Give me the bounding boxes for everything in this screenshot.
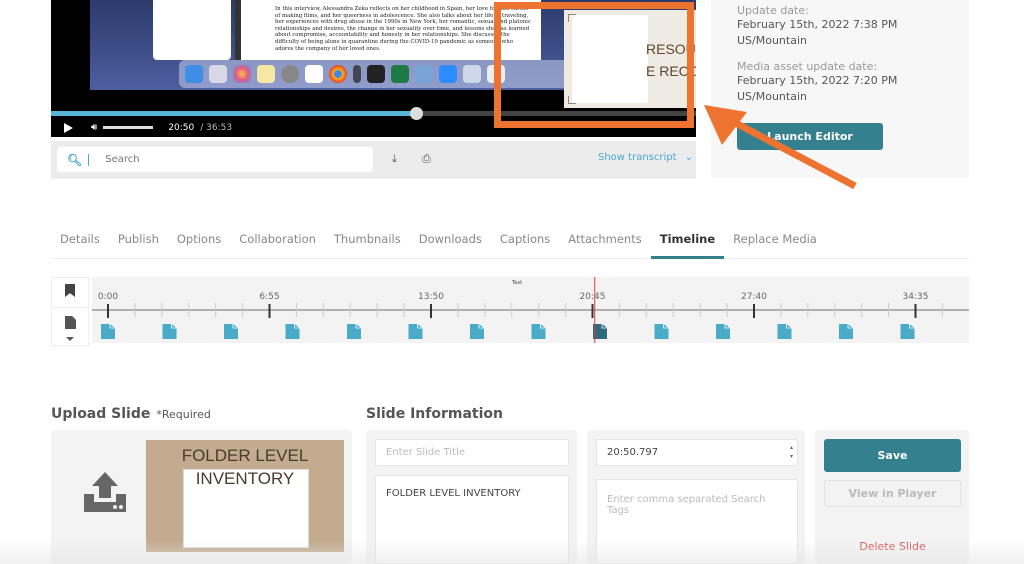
seek-bar-progress — [51, 111, 417, 116]
slide-thumbnail-title-line1: FOLDER LEVEL — [181, 446, 309, 465]
delete-slide-button[interactable]: Delete Slide — [824, 540, 961, 553]
show-transcript-toggle[interactable]: Show transcript ⌄ — [598, 152, 693, 163]
search-tags-textarea[interactable] — [596, 479, 798, 564]
media-update-date-label: Media asset update date: — [737, 60, 878, 73]
update-date-timezone: US/Mountain — [737, 34, 807, 47]
slide-marker[interactable] — [777, 324, 792, 339]
tab-options[interactable]: Options — [168, 226, 230, 259]
slide-description-textarea[interactable] — [375, 475, 569, 564]
required-label: *Required — [156, 408, 211, 421]
timeline-tick-label: 6:55 — [259, 292, 279, 302]
timeline-track-label: Text — [511, 280, 522, 286]
upload-slide-heading: Upload Slide *Required — [51, 406, 211, 422]
arrow-shaft — [728, 116, 857, 190]
annotation-highlight-box — [494, 2, 694, 128]
excel-icon — [391, 65, 409, 83]
settings-icon — [281, 65, 299, 83]
divider — [52, 307, 88, 308]
slide-marker[interactable] — [162, 324, 177, 339]
slide-marker[interactable] — [347, 324, 361, 339]
slide-time-input[interactable] — [596, 439, 798, 466]
timeline-tick-label: 0:00 — [98, 292, 118, 302]
slide-marker[interactable] — [101, 324, 115, 339]
slide-actions-panel: Save View in Player Delete Slide — [815, 430, 969, 564]
upload-slide-title: Upload Slide — [51, 406, 151, 422]
search-input[interactable] — [105, 154, 356, 165]
volume-icon[interactable]: 🔊︎ — [91, 122, 97, 133]
preview-icon — [463, 65, 481, 83]
tab-collaboration[interactable]: Collaboration — [230, 226, 325, 259]
slide-thumbnail[interactable]: FOLDER LEVEL INVENTORY — [146, 440, 344, 552]
save-button[interactable]: Save — [824, 439, 961, 472]
slide-marker[interactable] — [408, 324, 423, 339]
search-icon: 🔍︎ — [67, 152, 83, 167]
timeline-track-selector — [51, 277, 89, 346]
tab-downloads[interactable]: Downloads — [410, 226, 491, 259]
current-time: 20:50 — [168, 122, 195, 133]
timeline-tick-label: 13:50 — [418, 292, 444, 302]
terminal-icon — [367, 65, 385, 83]
slack-icon — [305, 65, 323, 83]
bookmark-icon[interactable] — [65, 284, 75, 297]
tab-captions[interactable]: Captions — [491, 226, 559, 259]
annotation-arrow — [704, 105, 857, 190]
download-icon[interactable]: ⤓ — [392, 152, 397, 166]
slide-title-input[interactable] — [375, 439, 569, 466]
slide-info-right: ▴▾ — [587, 430, 805, 564]
tab-replace-media[interactable]: Replace Media — [724, 226, 826, 259]
tab-thumbnails[interactable]: Thumbnails — [325, 226, 410, 259]
timeline-tick-label: 20:45 — [580, 292, 606, 302]
timeline-tick-label: 34:35 — [903, 292, 929, 302]
slide-marker[interactable] — [900, 324, 915, 339]
media-update-date-text: February 15th, 2022 7:20 PM — [737, 74, 898, 87]
slide-information-heading: Slide Information — [366, 406, 503, 422]
notes-icon — [257, 65, 275, 83]
print-icon[interactable]: ⎙ — [422, 152, 431, 166]
transcript-search[interactable]: 🔍︎ — [57, 147, 373, 172]
total-time: / 36:53 — [200, 122, 233, 133]
search-divider — [88, 153, 90, 166]
update-date-text: February 15th, 2022 7:38 PM — [737, 18, 898, 31]
volume-slider[interactable] — [103, 126, 154, 129]
tab-attachments[interactable]: Attachments — [559, 226, 650, 259]
slide-info-left — [366, 430, 577, 564]
tab-timeline[interactable]: Timeline — [650, 226, 725, 259]
slide-thumbnail-title: FOLDER LEVEL INVENTORY — [146, 444, 344, 490]
slide-marker[interactable] — [224, 324, 238, 339]
tab-bar: Details Publish Options Collaboration Thumbn… — [51, 226, 969, 259]
play-icon[interactable] — [64, 122, 73, 133]
caret-down-icon[interactable] — [66, 337, 74, 341]
finder-icon — [185, 65, 203, 83]
timeline[interactable]: 0:00 6:55 13:50 20:45 27:40 34:35 Text — [92, 277, 969, 343]
launchpad-icon — [209, 65, 227, 83]
show-transcript-label: Show transcript — [598, 152, 677, 163]
slide-marker[interactable] — [654, 324, 669, 339]
slide-marker[interactable] — [716, 324, 730, 339]
transcript-toolbar: 🔍︎ ⤓ ⎙ Show transcript ⌄ — [51, 141, 696, 179]
slide-marker[interactable] — [470, 324, 484, 339]
zoom-icon — [439, 65, 457, 83]
upload-icon[interactable] — [82, 470, 128, 514]
time-stepper[interactable]: ▴ ▾ — [790, 443, 793, 461]
slide-marker[interactable] — [839, 324, 853, 339]
timeline-canvas[interactable]: 0:00 6:55 13:50 20:45 27:40 34:35 Text — [92, 277, 969, 343]
slide-marker[interactable] — [531, 324, 546, 339]
tab-details[interactable]: Details — [51, 226, 109, 259]
slides-icon[interactable] — [65, 316, 76, 329]
tab-publish[interactable]: Publish — [109, 226, 168, 259]
slide-marker[interactable] — [285, 324, 300, 339]
slide-thumbnail-title-line2: INVENTORY — [195, 469, 295, 488]
layers-icon — [415, 65, 433, 83]
chrome-icon — [329, 65, 347, 83]
view-in-player-button[interactable]: View in Player — [824, 480, 961, 507]
update-date-label: Update date: — [737, 4, 809, 17]
photos-icon — [233, 65, 251, 83]
update-date-value: February 15th, 2022 7:38 PM US/Mountain — [737, 17, 897, 49]
timeline-tick-label: 27:40 — [741, 292, 767, 302]
app-icon — [353, 65, 361, 83]
document-page-left — [153, 0, 231, 60]
upload-slide-panel: FOLDER LEVEL INVENTORY — [51, 430, 352, 564]
